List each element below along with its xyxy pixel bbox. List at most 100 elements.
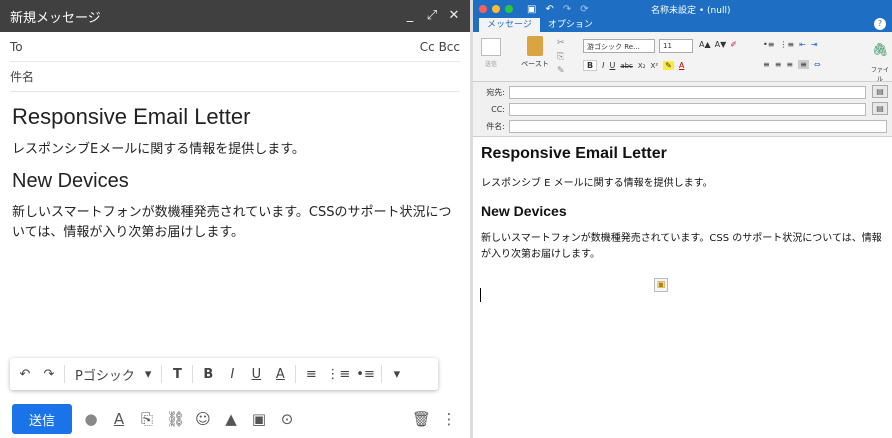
font-size-value: 11 [663, 42, 672, 50]
gmail-bottom-bar: 送信 ● A ⎘ ⛓ ☺ ▲ ▣ ⊙ 🗑 ⋮ [0, 402, 470, 436]
bulleted-list-icon[interactable]: •≡ [356, 367, 375, 382]
superscript-icon[interactable]: X² [651, 62, 659, 70]
more-formatting-icon[interactable]: ▾ [388, 367, 406, 382]
refresh-icon[interactable]: ⟳ [580, 4, 588, 15]
to-field[interactable]: To Cc Bcc [10, 32, 460, 62]
send-button[interactable]: 送信 [479, 38, 503, 68]
tab-options[interactable]: オプション [540, 18, 601, 32]
font-size-select[interactable]: 11 [659, 39, 693, 53]
send-icon [481, 38, 501, 56]
insert-link-icon[interactable]: ⛓ [166, 410, 185, 428]
font-name-value: 游ゴシック Re... [587, 43, 640, 51]
close-icon[interactable]: ✕ [448, 9, 460, 22]
font-color-icon[interactable]: A [679, 61, 684, 70]
align-left-icon[interactable]: ≡ [763, 60, 770, 69]
distribute-icon[interactable]: ⇔ [814, 60, 821, 69]
bold-icon[interactable]: B [583, 60, 598, 71]
formatting-options-icon[interactable]: A [110, 410, 128, 428]
minimize-icon[interactable]: _ [404, 9, 416, 22]
toolbar-divider [380, 365, 382, 383]
bold-icon[interactable]: B [199, 367, 217, 382]
paragraph-align-buttons: ≡ ≡ ≡ ≡ ⇔ [763, 60, 821, 69]
text-color-icon[interactable]: A [271, 367, 289, 382]
redo-icon[interactable]: ↷ [40, 367, 58, 382]
subject-input[interactable] [509, 119, 887, 133]
outlook-title-bar: ▣ ↶ ↷ ⟳ 名称未設定 • (null) [473, 0, 892, 18]
format-painter-icon[interactable]: ✎ [557, 64, 565, 78]
ribbon-tabs: メッセージ オプション ? [473, 18, 892, 32]
italic-icon[interactable]: I [602, 61, 604, 70]
to-address-book-icon[interactable]: ▤ [872, 85, 888, 98]
numbered-list-icon[interactable]: ⋮≡ [779, 40, 794, 49]
more-options-icon[interactable]: ⋮ [440, 410, 458, 428]
attach-file-icon[interactable]: ⎘ [138, 410, 156, 428]
gmail-window-title: 新規メッセージ [10, 10, 101, 26]
zoom-dot-icon[interactable] [505, 5, 513, 13]
paperclip-icon: 🖇 [871, 43, 889, 58]
underline-icon[interactable]: U [247, 367, 265, 382]
body-paragraph-2: 新しいスマートフォンが数機種発売されています。CSS のサポート状況については、… [481, 233, 882, 260]
font-select[interactable]: Pゴシック ▾ [71, 365, 155, 384]
subject-field[interactable]: 件名 [10, 62, 460, 92]
insert-photo-icon[interactable]: ▣ [250, 410, 268, 428]
toolbar-divider [192, 365, 194, 383]
outlook-message-body[interactable]: Responsive Email Letter レスポンシブ E メールに関する… [473, 137, 892, 267]
body-paragraph-2: 新しいスマートフォンが数機種発売されています。CSSのサポート状況については、情… [12, 205, 452, 240]
gmail-title-bar: 新規メッセージ _ ⤢ ✕ [0, 0, 470, 32]
expand-icon[interactable]: ⤢ [426, 9, 438, 22]
trash-icon[interactable]: 🗑 [412, 410, 431, 428]
body-heading-2: New Devices [12, 170, 129, 192]
confidential-mode-icon[interactable]: ⊙ [278, 410, 296, 428]
paste-button[interactable]: ペースト [515, 36, 555, 69]
clipboard-icon [527, 36, 543, 56]
to-input[interactable] [509, 85, 866, 99]
send-button[interactable]: 送信 [12, 404, 72, 434]
indent-icon[interactable]: ⇥ [811, 40, 818, 49]
align-center-icon[interactable]: ≡ [775, 60, 782, 69]
outdent-icon[interactable]: ⇤ [799, 40, 806, 49]
align-right-icon[interactable]: ≡ [786, 60, 793, 69]
body-heading-1: Responsive Email Letter [481, 145, 667, 162]
font-name: Pゴシック [75, 368, 135, 384]
to-label: To [10, 39, 23, 54]
cut-icon[interactable]: ✂ [557, 36, 565, 50]
undo-icon[interactable]: ↶ [16, 367, 34, 382]
emoji-icon[interactable]: ☺ [194, 410, 212, 428]
numbered-list-icon[interactable]: ⋮≡ [326, 367, 350, 382]
subject-label: 件名: [486, 121, 505, 131]
redo-icon[interactable]: ↷ [563, 4, 571, 15]
to-field: 宛先: [473, 85, 866, 99]
underline-icon[interactable]: U [609, 61, 615, 70]
toolbar-divider [161, 365, 163, 383]
justify-icon[interactable]: ≡ [798, 60, 809, 69]
quick-access-toolbar: ▣ ↶ ↷ ⟳ [527, 4, 589, 15]
save-icon[interactable]: ▣ [527, 4, 536, 15]
close-dot-icon[interactable] [479, 5, 487, 13]
subscript-icon[interactable]: X₂ [638, 62, 646, 70]
align-icon[interactable]: ≡ [302, 367, 320, 382]
italic-icon[interactable]: I [223, 367, 241, 382]
clear-format-icon[interactable]: ✐ [730, 40, 737, 49]
paste-options-icon[interactable]: ▣ [654, 278, 668, 292]
gmail-window-controls: _ ⤢ ✕ [404, 9, 460, 22]
cc-address-book-icon[interactable]: ▤ [872, 102, 888, 115]
mail-merge-icon[interactable]: ● [82, 410, 100, 428]
gmail-message-body[interactable]: Responsive Email Letter レスポンシブEメールに関する情報… [0, 92, 470, 243]
shrink-font-icon[interactable]: A▼ [715, 40, 727, 49]
minimize-dot-icon[interactable] [492, 5, 500, 13]
cc-input[interactable] [509, 102, 866, 116]
strikethrough-icon[interactable]: abc [620, 62, 633, 70]
help-icon[interactable]: ? [874, 18, 886, 30]
undo-icon[interactable]: ↶ [545, 4, 553, 15]
highlight-icon[interactable]: ✎ [663, 61, 674, 70]
copy-icon[interactable]: ⎘ [557, 50, 565, 64]
font-name-select[interactable]: 游ゴシック Re... [583, 39, 655, 53]
outlook-window-title: 名称未設定 • (null) [651, 6, 731, 16]
cc-bcc-link[interactable]: Cc Bcc [420, 40, 460, 54]
drive-icon[interactable]: ▲ [222, 410, 240, 428]
font-size-icon[interactable]: T [168, 367, 186, 382]
subject-placeholder: 件名 [10, 70, 35, 84]
tab-message[interactable]: メッセージ [479, 18, 540, 32]
bulleted-list-icon[interactable]: •≡ [763, 40, 774, 49]
grow-font-icon[interactable]: A▲ [699, 40, 711, 49]
